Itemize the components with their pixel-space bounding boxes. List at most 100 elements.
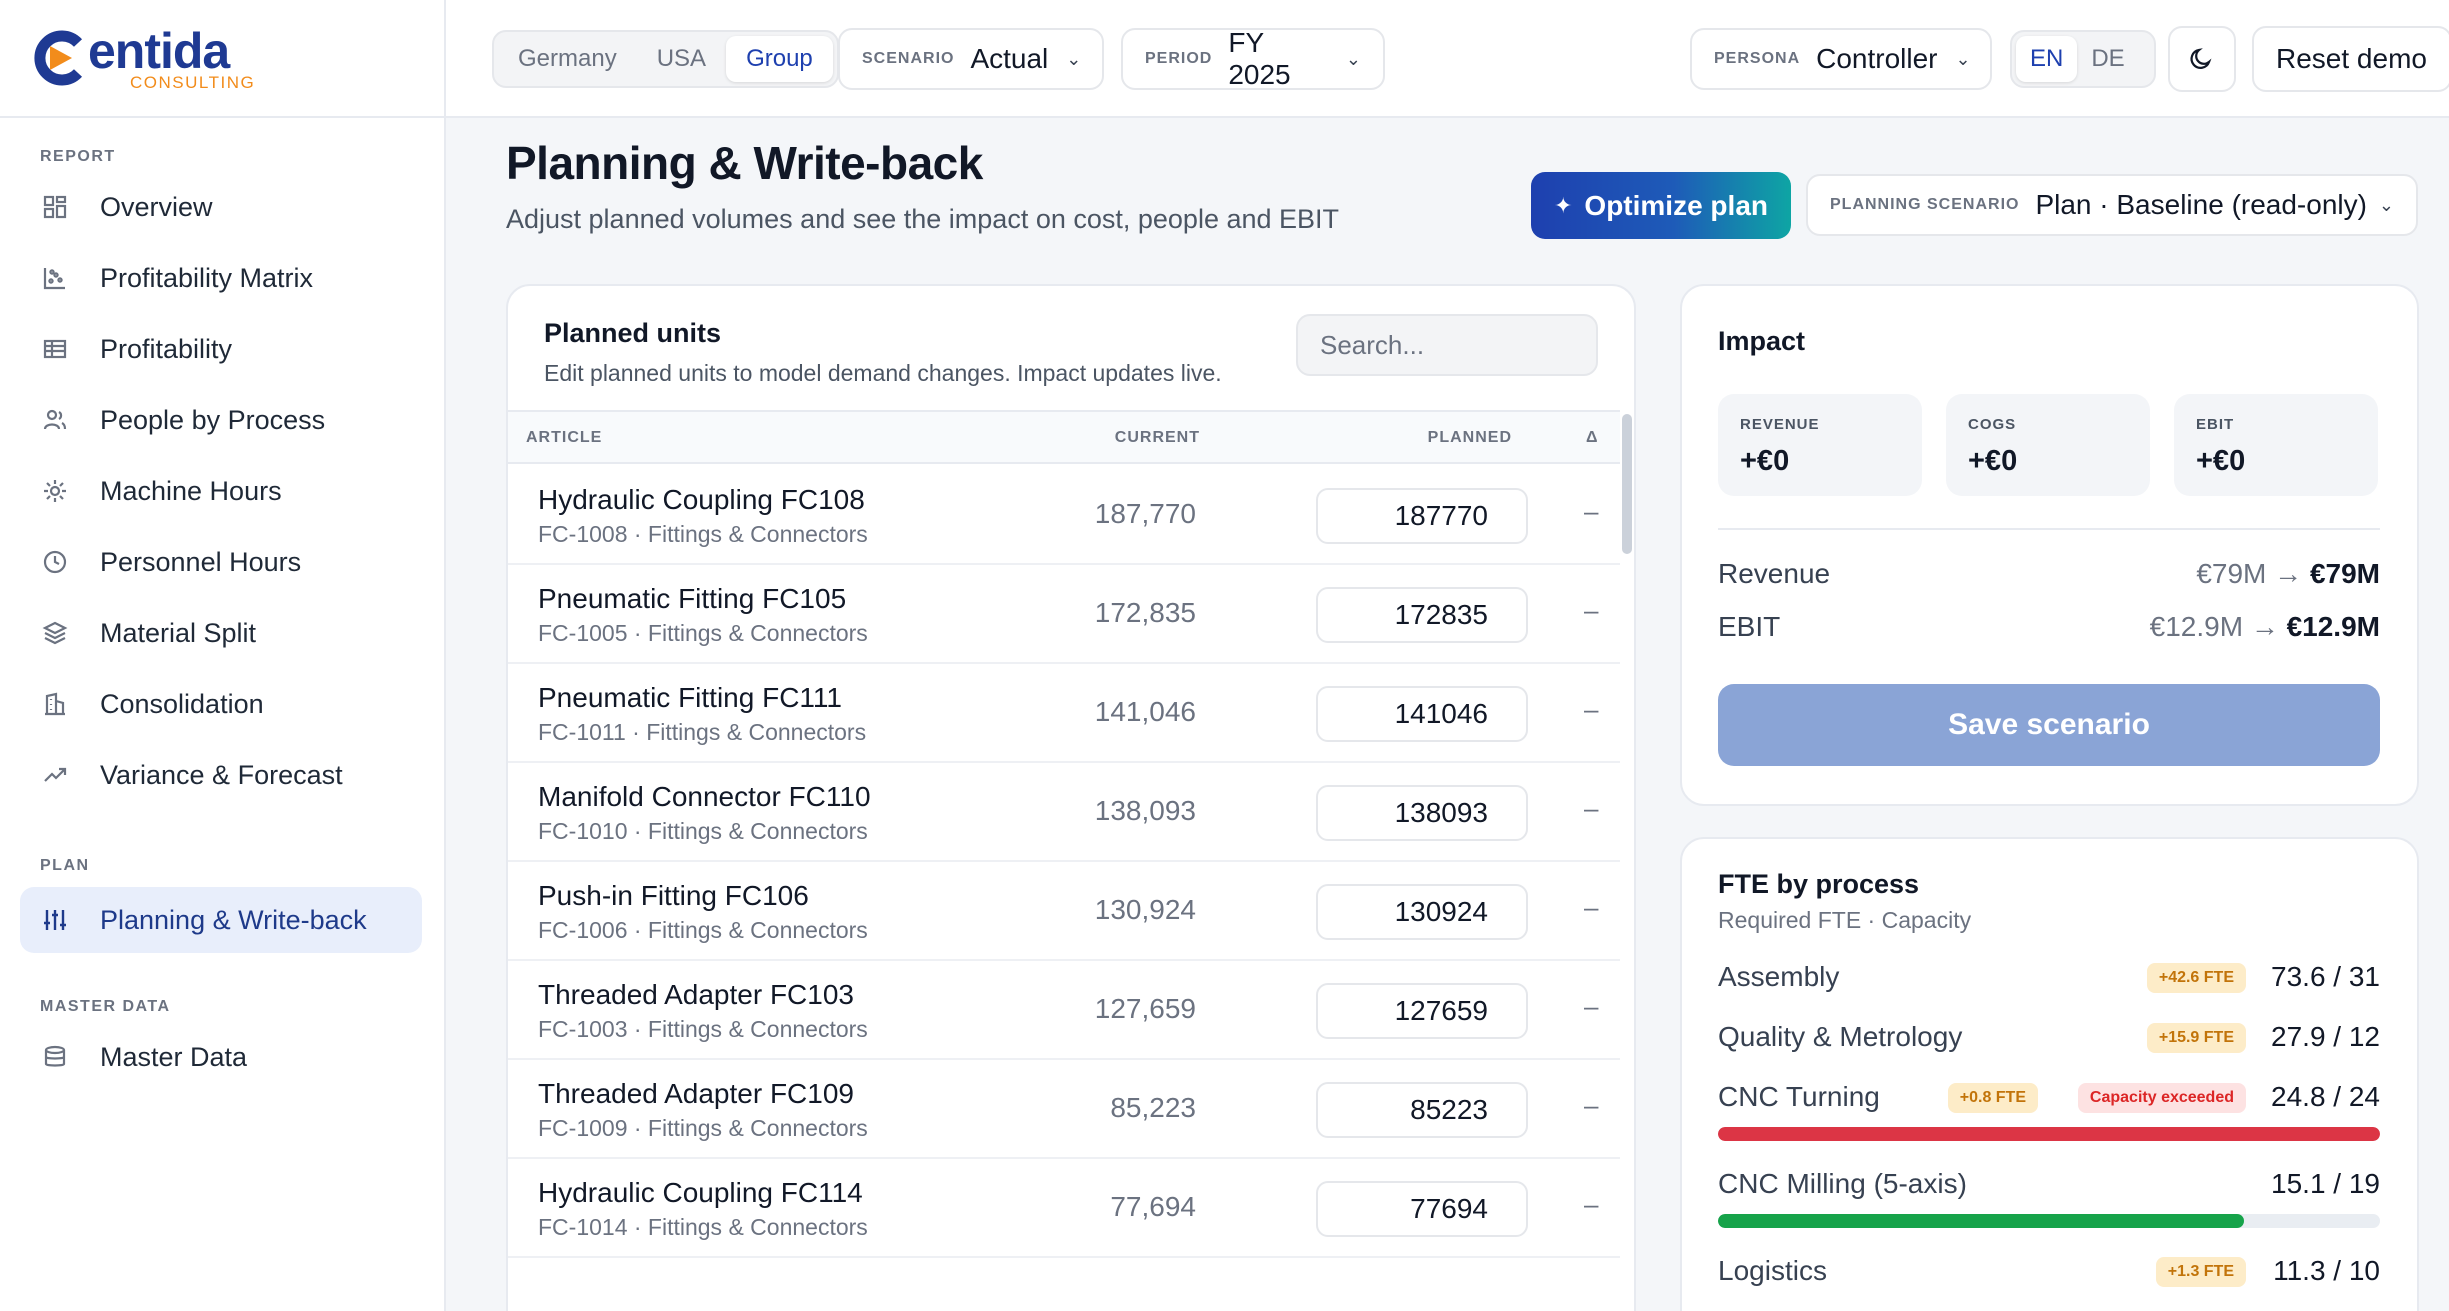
scenario-select[interactable]: SCENARIO Actual ⌄: [838, 28, 1104, 90]
impact-row-label: Revenue: [1718, 558, 1831, 589]
period-label: PERIOD: [1145, 50, 1213, 67]
sidebar-item-material-split[interactable]: Material Split: [20, 600, 422, 666]
kpi-ebit: EBIT +€0: [2174, 394, 2378, 496]
column-article[interactable]: ARTICLE: [526, 412, 602, 464]
moon-icon: [2190, 48, 2212, 69]
save-scenario-button[interactable]: Save scenario: [1718, 684, 2380, 766]
sidebar-item-label: Planning & Write-back: [100, 904, 367, 935]
table-row[interactable]: Hydraulic Coupling FC108 FC-1008 · Fittin…: [508, 466, 1620, 565]
sidebar: entida CONSULTING REPORT Overview Profit…: [0, 0, 446, 1311]
table-row[interactable]: Pneumatic Fitting FC111 FC-1011 · Fitting…: [508, 664, 1620, 763]
planned-units-input[interactable]: [1316, 488, 1528, 544]
sidebar-item-profitability[interactable]: Profitability: [20, 316, 422, 382]
kpi-revenue: REVENUE +€0: [1718, 394, 1922, 496]
table-row[interactable]: Manifold Connector FC110 FC-1010 · Fittin…: [508, 763, 1620, 862]
entity-germany[interactable]: Germany: [498, 36, 637, 82]
sidebar-item-consolidation[interactable]: Consolidation: [20, 671, 422, 737]
column-planned[interactable]: PLANNED: [1428, 412, 1512, 464]
sidebar-item-personnel-hours[interactable]: Personnel Hours: [20, 529, 422, 595]
table-scrollbar[interactable]: [1622, 414, 1632, 554]
article-name: Hydraulic Coupling FC108: [538, 484, 865, 515]
sidebar-item-label: Variance & Forecast: [100, 759, 343, 790]
fte-row-cnc-turning: CNC Turning +0.8 FTE Capacity exceeded 2…: [1718, 1079, 2380, 1141]
delta-value: –: [1584, 991, 1599, 1021]
sidebar-item-people-by-process[interactable]: People by Process: [20, 387, 422, 453]
sidebar-item-label: Profitability: [100, 333, 233, 364]
column-current[interactable]: CURRENT: [1115, 412, 1200, 464]
fte-row-quality-metrology: Quality & Metrology +15.9 FTE 27.9 / 12: [1718, 1019, 2380, 1059]
sidebar-item-master-data[interactable]: Master Data: [20, 1024, 422, 1090]
sidebar-item-label: People by Process: [100, 404, 326, 435]
entity-group[interactable]: Group: [726, 36, 833, 82]
sidebar-item-machine-hours[interactable]: Machine Hours: [20, 458, 422, 524]
impact-row-label: EBIT: [1718, 611, 1781, 642]
database-icon: [40, 1042, 70, 1072]
planned-units-input[interactable]: [1316, 1082, 1528, 1138]
article-name: Threaded Adapter FC109: [538, 1078, 854, 1109]
scenario-label: SCENARIO: [862, 50, 955, 67]
table-row[interactable]: Threaded Adapter FC109 FC-1009 · Fittings…: [508, 1060, 1620, 1159]
fte-subtitle: Required FTE · Capacity: [1718, 907, 1972, 933]
brand-logo[interactable]: entida CONSULTING: [0, 0, 444, 118]
search-input[interactable]: [1296, 314, 1598, 376]
fte-delta-badge: +0.8 FTE: [1947, 1083, 2038, 1113]
impact-to: €79M: [2309, 558, 2380, 589]
grid-icon: [40, 192, 70, 222]
fte-delta-badge: +42.6 FTE: [2146, 963, 2246, 993]
reset-demo-button[interactable]: Reset demo: [2252, 26, 2449, 92]
kpi-label: REVENUE: [1740, 416, 1820, 433]
article-name: Push-in Fitting FC106: [538, 880, 809, 911]
table-row[interactable]: Threaded Adapter FC103 FC-1003 · Fittings…: [508, 961, 1620, 1060]
sidebar-item-profitability-matrix[interactable]: Profitability Matrix: [20, 245, 422, 311]
current-units: 127,659: [1094, 993, 1196, 1024]
delta-value: –: [1584, 694, 1599, 724]
process-name: CNC Milling (5-axis): [1718, 1168, 1967, 1199]
language-en[interactable]: EN: [2016, 36, 2078, 82]
table-header: ARTICLE CURRENT PLANNED Δ: [508, 410, 1620, 464]
article-name: Hydraulic Coupling FC114: [538, 1177, 863, 1208]
impact-card: Impact REVENUE +€0 COGS +€0 EBIT +€0 Rev…: [1680, 284, 2419, 806]
period-select[interactable]: PERIOD FY 2025 ⌄: [1121, 27, 1385, 90]
impact-title: Impact: [1718, 326, 1806, 356]
planned-units-input[interactable]: [1316, 884, 1528, 940]
article-meta: FC-1010 · Fittings & Connectors: [538, 818, 868, 844]
table-row[interactable]: Hydraulic Coupling FC114 FC-1014 · Fittin…: [508, 1159, 1620, 1258]
sidebar-item-label: Machine Hours: [100, 475, 282, 506]
current-units: 77,694: [1110, 1191, 1196, 1222]
chevron-down-icon: ⌄: [1345, 48, 1361, 69]
entity-switcher: Germany USA Group: [492, 30, 839, 88]
planned-units-input[interactable]: [1316, 1181, 1528, 1237]
scenario-value: Actual: [970, 43, 1049, 74]
entity-usa[interactable]: USA: [637, 36, 726, 82]
article-meta: FC-1011 · Fittings & Connectors: [538, 719, 867, 745]
planned-units-input[interactable]: [1316, 983, 1528, 1039]
fte-value: 73.6 / 31: [2271, 961, 2380, 992]
article-meta: FC-1006 · Fittings & Connectors: [538, 917, 868, 943]
planned-units-input[interactable]: [1316, 785, 1528, 841]
process-name: Assembly: [1718, 961, 1840, 992]
optimize-plan-button[interactable]: ✦ Optimize plan: [1531, 172, 1791, 239]
delta-value: –: [1584, 1189, 1599, 1219]
theme-toggle-button[interactable]: [2168, 26, 2236, 92]
table-row[interactable]: Push-in Fitting FC106 FC-1006 · Fittings …: [508, 862, 1620, 961]
fte-value: 27.9 / 12: [2271, 1021, 2380, 1052]
planned-units-input[interactable]: [1316, 686, 1528, 742]
table-row[interactable]: Pneumatic Fitting FC105 FC-1005 · Fitting…: [508, 565, 1620, 664]
capacity-bar: [1718, 1127, 2380, 1141]
language-de[interactable]: DE: [2077, 36, 2138, 82]
fte-title: FTE by process: [1718, 869, 1920, 899]
clock-icon: [40, 547, 70, 577]
planning-scenario-select[interactable]: PLANNING SCENARIO Plan · Baseline (read-…: [1806, 174, 2418, 236]
kpi-label: COGS: [1968, 416, 2017, 433]
article-meta: FC-1003 · Fittings & Connectors: [538, 1016, 868, 1042]
fte-row-logistics: Logistics +1.3 FTE 11.3 / 10: [1718, 1253, 2380, 1293]
sidebar-item-planning-write-back[interactable]: Planning & Write-back: [20, 887, 422, 953]
process-name: Quality & Metrology: [1718, 1021, 1963, 1052]
impact-row-change: €12.9M → €12.9M: [2150, 611, 2380, 643]
planned-units-input[interactable]: [1316, 587, 1528, 643]
persona-select[interactable]: PERSONA Controller ⌄: [1690, 28, 1992, 90]
sidebar-item-variance-forecast[interactable]: Variance & Forecast: [20, 742, 422, 808]
persona-value: Controller: [1816, 43, 1938, 74]
column-delta[interactable]: Δ: [1586, 412, 1599, 464]
sidebar-item-overview[interactable]: Overview: [20, 174, 422, 240]
